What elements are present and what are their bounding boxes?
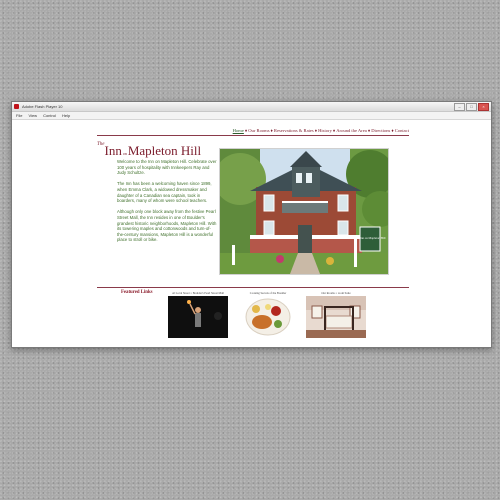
intro-paragraph: Welcome to the Inn on Mapleton Hill. Cel… [117,159,217,176]
street-performer-image [168,296,228,338]
header-divider [97,135,409,136]
menu-view[interactable]: View [28,113,37,118]
rooms-thumbnail[interactable] [306,296,366,338]
nav-home[interactable]: Home [233,128,244,133]
featured-link-cooking[interactable]: Cooking Secrets of the Boulder [237,290,299,338]
cooking-thumbnail[interactable] [238,296,298,338]
nav-reservations-rates[interactable]: Reservations & Rates [274,128,314,133]
intro-paragraph: The Inn has been a welcoming haven since… [117,181,212,204]
website-content: Home♦Our Rooms♦Reservations & Rates♦Hist… [97,124,409,338]
close-button[interactable]: × [478,103,489,111]
breakfast-plate-image [238,296,298,338]
browser-window: Adobe Flash Player 10 – □ × File View Co… [11,101,492,348]
featured-links-label: Featured Links [121,290,153,295]
window-title: Adobe Flash Player 10 [22,104,63,109]
nav-history[interactable]: History [318,128,332,133]
featured-link-rooms[interactable]: Our Rooms = room Suite [305,290,367,338]
minimize-button[interactable]: – [454,103,465,111]
nav-contact[interactable]: Contact [395,128,409,133]
intro-text: Welcome to the Inn on Mapleton Hill. Cel… [117,159,217,249]
house-illustration: The Inn on Mapleton Hill [220,149,388,274]
logo-mapleton-hill: Mapleton Hill [127,143,202,158]
featured-link-pearl-street[interactable]: Al Local Street = Boulder's Pearl Street… [167,290,229,338]
nav-directions[interactable]: Directions [371,128,390,133]
inn-house-photo: The Inn on Mapleton Hill [219,148,389,275]
window-controls: – □ × [454,103,489,111]
logo-inn: Inn [104,143,122,158]
logo-on: on [122,151,127,156]
menu-bar: File View Control Help [12,112,491,120]
logo-the: The [97,142,105,147]
site-nav: Home♦Our Rooms♦Reservations & Rates♦Hist… [232,128,409,133]
site-logo[interactable]: TheInnonMapleton Hill [97,142,217,160]
nav-our-rooms[interactable]: Our Rooms [248,128,269,133]
bedroom-suite-image [306,296,366,338]
intro-paragraph: Although only one block away from the fe… [117,209,217,243]
menu-help[interactable]: Help [62,113,70,118]
title-bar[interactable]: Adobe Flash Player 10 – □ × [12,102,491,112]
menu-control[interactable]: Control [43,113,56,118]
maximize-button[interactable]: □ [466,103,477,111]
inn-sign-text: The Inn on Mapleton Hill [355,236,386,240]
menu-file[interactable]: File [16,113,22,118]
flash-app-icon [14,104,19,109]
pearl-street-thumbnail[interactable] [168,296,228,338]
content-divider [97,287,409,288]
nav-around-the-area[interactable]: Around the Area [336,128,367,133]
